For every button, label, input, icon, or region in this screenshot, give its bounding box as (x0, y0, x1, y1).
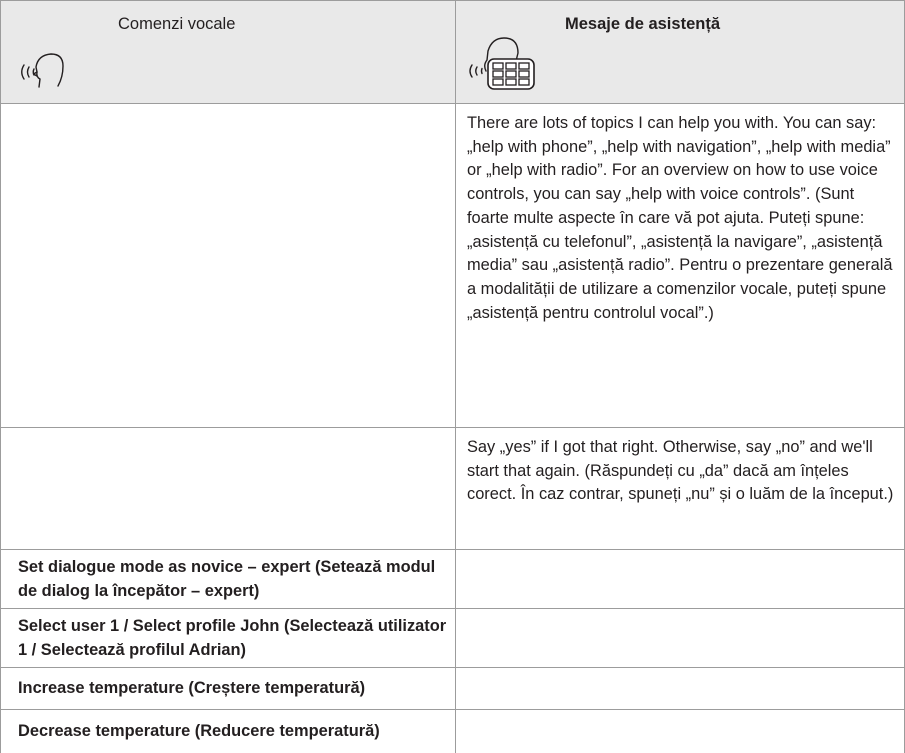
speaking-head-keypad-icon (469, 37, 535, 90)
command-cell: Select user 1 / Select profile John (Sel… (18, 617, 447, 659)
help-message-cell: There are lots of topics I can help you … (467, 114, 893, 322)
voice-speaking-head-icon (21, 53, 64, 88)
command-cell: Set dialogue mode as novice – expert (Se… (18, 558, 436, 600)
command-cell: Increase temperature (Creștere temperatu… (18, 679, 366, 697)
table-row: Set dialogue mode as novice – expert (Se… (0, 550, 905, 608)
table-row: Decrease temperature (Reducere temperatu… (0, 710, 905, 753)
table-border-top (0, 0, 905, 1)
help-message-cell: Say „yes” if I got that right. Otherwise… (467, 438, 894, 504)
voice-commands-table: Comenzi vocale Mesaje de asistență There… (0, 0, 905, 753)
table-row: Select user 1 / Select profile John (Sel… (0, 609, 905, 667)
table-row: Increase temperature (Creștere temperatu… (0, 668, 905, 709)
column-header-help-messages: Mesaje de asistență (565, 15, 720, 33)
table-row: Say „yes” if I got that right. Otherwise… (0, 428, 905, 549)
column-header-voice-commands: Comenzi vocale (118, 15, 236, 33)
table-row: There are lots of topics I can help you … (0, 104, 905, 427)
command-cell: Decrease temperature (Reducere temperatu… (18, 722, 380, 740)
